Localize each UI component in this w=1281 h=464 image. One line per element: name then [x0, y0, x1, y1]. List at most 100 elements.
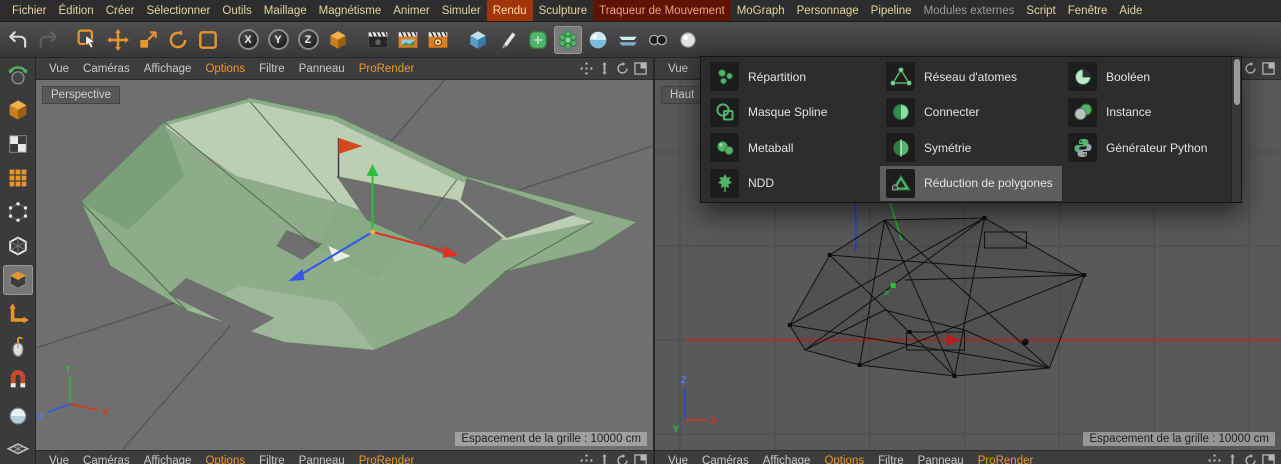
menu-maillage[interactable]: Maillage	[258, 0, 313, 21]
scale-tool[interactable]	[134, 26, 162, 54]
vpL-footer-dolly-view-icon[interactable]	[597, 453, 611, 464]
vpL-footer-menu-panneau[interactable]: Panneau	[292, 453, 352, 464]
vpL-footer-menu-cameras[interactable]: Caméras	[76, 453, 137, 464]
vpL-header-menu-vue[interactable]: Vue	[42, 61, 76, 77]
menu-sculpture[interactable]: Sculpture	[533, 0, 594, 21]
redo-button[interactable]	[34, 26, 62, 54]
menu-animer[interactable]: Animer	[387, 0, 435, 21]
vpL-footer-menu-vue[interactable]: Vue	[42, 453, 76, 464]
vpR-footer-menu-cameras[interactable]: Caméras	[695, 453, 756, 464]
vpL-footer-menu-options[interactable]: Options	[198, 453, 252, 464]
menu-item-reduction-de-polygones[interactable]: Réduction de polygones	[880, 165, 1062, 201]
perspective-canvas[interactable]: Perspective Espacement de la grille : 10…	[36, 80, 653, 450]
menu-item-ndd[interactable]: NDD	[704, 166, 880, 202]
snap-toggle-button[interactable]	[3, 367, 33, 397]
texture-mode-button[interactable]	[3, 129, 33, 159]
lock-x-axis-button[interactable]: X	[234, 26, 262, 54]
popup-scrollbar[interactable]	[1231, 57, 1241, 202]
generators-palette-button[interactable]	[554, 25, 582, 54]
menu-item-symetrie[interactable]: Symétrie	[880, 130, 1062, 166]
vpL-footer-rotate-view-icon[interactable]	[615, 453, 629, 464]
model-mode-button[interactable]	[3, 95, 33, 125]
menu-fenetre[interactable]: Fenêtre	[1062, 0, 1114, 21]
polygons-mode-button[interactable]	[2, 265, 33, 295]
enable-axis-button[interactable]	[3, 299, 33, 329]
vpL-header-menu-options[interactable]: Options	[198, 61, 252, 77]
menu-script[interactable]: Script	[1020, 0, 1061, 21]
menu-personnage[interactable]: Personnage	[791, 0, 865, 21]
menu-item-instance[interactable]: Instance	[1062, 95, 1231, 131]
vpR-footer-menu-prorender[interactable]: ProRender	[971, 453, 1041, 464]
light-object-button[interactable]	[674, 26, 702, 54]
vpR-header-toggle-layout-icon[interactable]	[1261, 62, 1275, 76]
menu-mograph[interactable]: MoGraph	[731, 0, 791, 21]
live-selection-tool[interactable]	[74, 26, 102, 54]
vpL-footer-menu-filtre[interactable]: Filtre	[252, 453, 292, 464]
floor-object-button[interactable]	[614, 26, 642, 54]
menu-aide[interactable]: Aide	[1113, 0, 1148, 21]
vpR-footer-menu-options[interactable]: Options	[817, 453, 871, 464]
render-region-button[interactable]	[394, 26, 422, 54]
vpL-header-menu-prorender[interactable]: ProRender	[352, 61, 422, 77]
menu-traqueur-de-mouvement[interactable]: Traqueur de Mouvement	[593, 0, 731, 21]
render-view-button[interactable]	[364, 26, 392, 54]
menu-item-masque-spline[interactable]: Masque Spline	[704, 95, 880, 131]
vpR-header-rotate-view-icon[interactable]	[1243, 62, 1257, 76]
lock-z-axis-button[interactable]: Z	[294, 26, 322, 54]
vpL-header-menu-panneau[interactable]: Panneau	[292, 61, 352, 77]
vpR-footer-menu-filtre[interactable]: Filtre	[871, 453, 911, 464]
coordinate-system-button[interactable]	[324, 26, 352, 54]
undo-button[interactable]	[4, 26, 32, 54]
subdivision-surface-button[interactable]	[524, 26, 552, 54]
camera-object-button[interactable]	[644, 26, 672, 54]
perspective-scene[interactable]: Y X Z	[36, 80, 653, 450]
vpL-footer-menu-affichage[interactable]: Affichage	[137, 453, 199, 464]
vpR-footer-toggle-layout-icon[interactable]	[1261, 453, 1275, 464]
vpR-footer-dolly-view-icon[interactable]	[1225, 453, 1239, 464]
vpR-header-menu-vue[interactable]: Vue	[661, 61, 695, 77]
menu-item-generateur-python[interactable]: Générateur Python	[1062, 130, 1231, 166]
menu-rendu[interactable]: Rendu	[486, 0, 533, 21]
vpL-header-toggle-layout-icon[interactable]	[633, 62, 647, 76]
menu-item-booleen[interactable]: Booléen	[1062, 59, 1231, 95]
render-settings-button[interactable]	[424, 26, 452, 54]
menu-selectionner[interactable]: Sélectionner	[140, 0, 216, 21]
popup-scrollbar-thumb[interactable]	[1234, 59, 1240, 105]
vpL-header-rotate-view-icon[interactable]	[615, 62, 629, 76]
make-editable-button[interactable]	[3, 61, 33, 91]
lock-y-axis-button[interactable]: Y	[264, 26, 292, 54]
menu-item-repartition[interactable]: Répartition	[704, 59, 880, 95]
vpL-header-menu-cameras[interactable]: Caméras	[76, 61, 137, 77]
menu-item-metaball[interactable]: Metaball	[704, 130, 880, 166]
vpL-header-dolly-view-icon[interactable]	[597, 62, 611, 76]
menu-item-connecter[interactable]: Connecter	[880, 95, 1062, 131]
menu-item-reseau-d-atomes[interactable]: Réseau d'atomes	[880, 59, 1062, 95]
vpR-footer-menu-vue[interactable]: Vue	[661, 453, 695, 464]
add-primitive-button[interactable]	[464, 26, 492, 54]
menu-simuler[interactable]: Simuler	[436, 0, 487, 21]
last-used-tool[interactable]	[194, 26, 222, 54]
menu-pipeline[interactable]: Pipeline	[865, 0, 918, 21]
vpR-footer-menu-panneau[interactable]: Panneau	[911, 453, 971, 464]
menu-modules-externes[interactable]: Modules externes	[918, 0, 1021, 21]
move-tool[interactable]	[104, 26, 132, 54]
menu-creer[interactable]: Créer	[100, 0, 141, 21]
workplane-mode-button[interactable]	[3, 435, 33, 464]
vpL-header-menu-filtre[interactable]: Filtre	[252, 61, 292, 77]
rotate-tool[interactable]	[164, 26, 192, 54]
menu-edition[interactable]: Édition	[53, 0, 100, 21]
menu-fichier[interactable]: Fichier	[6, 0, 53, 21]
points-mode-button[interactable]	[3, 197, 33, 227]
texture-axis-mode-button[interactable]	[3, 163, 33, 193]
edges-mode-button[interactable]	[3, 231, 33, 261]
vpL-header-menu-affichage[interactable]: Affichage	[137, 61, 199, 77]
tweak-mode-button[interactable]	[3, 333, 33, 363]
sky-object-button[interactable]	[584, 26, 612, 54]
add-spline-button[interactable]	[494, 26, 522, 54]
vpR-footer-menu-affichage[interactable]: Affichage	[756, 453, 818, 464]
menu-outils[interactable]: Outils	[216, 0, 257, 21]
vpL-footer-toggle-layout-icon[interactable]	[633, 453, 647, 464]
menu-magnetisme[interactable]: Magnétisme	[313, 0, 388, 21]
vpL-header-pan-view-icon[interactable]	[579, 62, 593, 76]
vpR-footer-rotate-view-icon[interactable]	[1243, 453, 1257, 464]
